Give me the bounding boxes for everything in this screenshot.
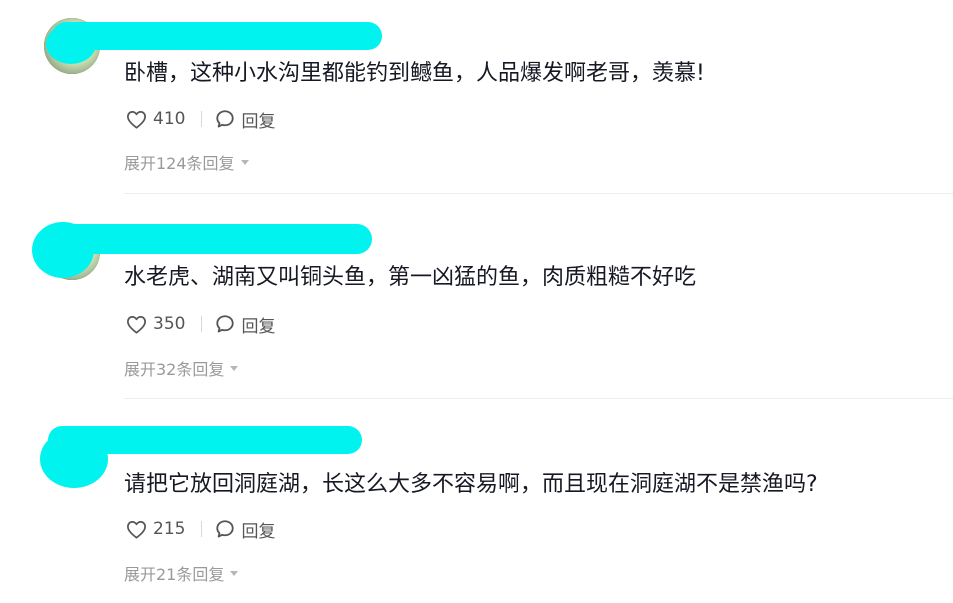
action-divider xyxy=(201,111,203,127)
speech-bubble-icon xyxy=(216,520,235,538)
comment-actions: 410 回复 xyxy=(126,107,275,132)
action-divider xyxy=(201,316,203,332)
speech-bubble-icon xyxy=(216,315,235,333)
reply-label: 回复 xyxy=(241,521,276,542)
caret-down-icon xyxy=(230,365,239,371)
like-count: 215 xyxy=(153,519,186,539)
reply-label: 回复 xyxy=(241,316,276,337)
avatar-redaction xyxy=(46,24,96,64)
heart-outline-icon xyxy=(127,520,146,539)
comment-divider xyxy=(124,193,953,194)
like-button[interactable]: 410 xyxy=(126,109,185,129)
heart-outline-icon xyxy=(127,315,146,334)
comment-actions: 350 回复 xyxy=(126,312,275,337)
heart-outline-icon xyxy=(127,110,146,129)
expand-replies-button[interactable]: 展开21条回复 xyxy=(124,561,239,585)
expand-replies-label: 展开124条回复 xyxy=(124,154,235,173)
expand-replies-button[interactable]: 展开32条回复 xyxy=(124,356,239,380)
like-button[interactable]: 350 xyxy=(126,314,185,334)
speech-bubble-icon xyxy=(216,110,235,128)
like-count: 410 xyxy=(153,109,186,129)
reply-label: 回复 xyxy=(241,111,276,132)
expand-replies-label: 展开21条回复 xyxy=(124,565,225,584)
comment-text: 请把它放回洞庭湖，长这么大多不容易啊，而且现在洞庭湖不是禁渔吗? xyxy=(124,472,818,497)
caret-down-icon xyxy=(240,159,249,165)
avatar-redaction xyxy=(32,222,94,278)
comment-actions: 215 回复 xyxy=(126,517,275,542)
comment-divider xyxy=(124,398,953,399)
expand-replies-label: 展开32条回复 xyxy=(124,360,225,379)
username-redaction xyxy=(52,22,382,50)
comment-text: 卧槽，这种小水沟里都能钓到鳡鱼，人品爆发啊老哥，羡慕! xyxy=(124,61,705,86)
avatar-redaction xyxy=(40,430,108,488)
caret-down-icon xyxy=(230,570,239,576)
reply-button[interactable]: 回复 xyxy=(215,312,275,337)
reply-button[interactable]: 回复 xyxy=(215,517,275,542)
comment-text: 水老虎、湖南又叫铜头鱼，第一凶猛的鱼，肉质粗糙不好吃 xyxy=(124,265,697,290)
like-count: 350 xyxy=(153,314,186,334)
reply-button[interactable]: 回复 xyxy=(215,107,275,132)
expand-replies-button[interactable]: 展开124条回复 xyxy=(124,150,249,174)
like-button[interactable]: 215 xyxy=(126,519,185,539)
action-divider xyxy=(201,521,203,537)
